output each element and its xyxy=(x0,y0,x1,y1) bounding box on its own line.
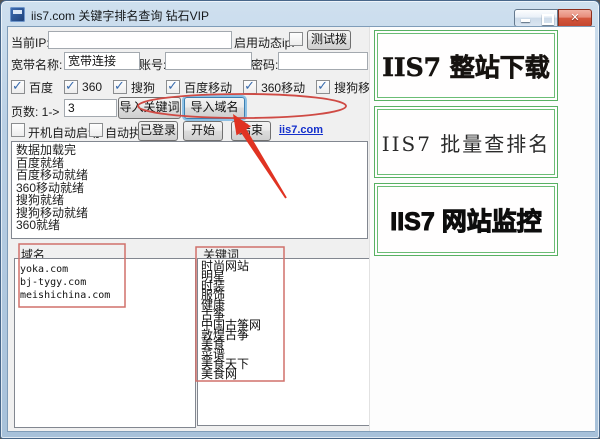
status-line: 数据加载完 xyxy=(16,143,77,157)
engine-label: 百度移动 xyxy=(184,80,233,95)
client-area: 当前IP: 启用动态ip: 测试拨 宽带名称: 宽带连接 账号: 密码: 百度 … xyxy=(8,27,595,431)
keyword-list[interactable]: 时尚网站 明星 时装 服饰 健康 古筝 中国古筝网 敦煌古筝 美食 菜谱 美食天下 美食网 xyxy=(197,258,377,426)
current-ip-field[interactable] xyxy=(48,31,232,49)
engine-checkbox[interactable] xyxy=(64,78,79,94)
autostart-checkbox[interactable] xyxy=(11,123,25,137)
keyword-item[interactable]: 美食网 xyxy=(201,368,373,380)
engine-label: 360移动 xyxy=(261,80,306,95)
start-button[interactable]: 开始 xyxy=(183,121,223,141)
logged-in-button[interactable]: 已登录 xyxy=(138,121,178,141)
close-icon: ✕ xyxy=(570,12,580,24)
domain-item[interactable]: yoka.com xyxy=(20,263,190,276)
keyword-item[interactable]: 时装 xyxy=(201,280,373,292)
engine-option[interactable]: 百度移动 xyxy=(166,78,233,96)
maximize-button[interactable] xyxy=(537,9,558,27)
status-line: 百度移动就绪 xyxy=(16,168,89,182)
banner-link[interactable]: IIS7 整站下载 xyxy=(374,30,558,101)
dynamic-ip-label: 启用动态ip: xyxy=(234,36,295,50)
engine-label: 搜狗 xyxy=(131,80,156,95)
password-field[interactable] xyxy=(278,52,368,70)
pages-field[interactable]: 3 xyxy=(64,99,117,117)
window-title: iis7.com 关键字排名查询 钻石VIP xyxy=(31,9,210,23)
test-dial-button[interactable]: 测试拨 xyxy=(307,30,351,50)
dynamic-ip-checkbox[interactable] xyxy=(289,32,303,46)
minimize-icon xyxy=(521,19,530,22)
close-button[interactable]: ✕ xyxy=(558,9,592,27)
status-line: 360移动就绪 xyxy=(16,180,85,195)
engine-checkbox[interactable] xyxy=(113,78,128,94)
keyword-item[interactable]: 敦煌古筝 xyxy=(201,329,373,341)
broadband-field[interactable]: 宽带连接 xyxy=(64,52,140,70)
maximize-icon xyxy=(542,14,554,25)
status-log[interactable]: 数据加载完 百度就绪 百度移动就绪 360移动就绪 搜狗就绪 搜狗移动就绪 360就绪 xyxy=(11,141,368,239)
keyword-item[interactable]: 健康 xyxy=(201,299,373,311)
engine-option[interactable]: 360移动 xyxy=(243,78,306,96)
engine-option[interactable]: 360 xyxy=(64,78,103,94)
broadband-label: 宽带名称: xyxy=(11,58,63,72)
keyword-item[interactable]: 明星 xyxy=(201,270,373,282)
account-label: 账号: xyxy=(139,58,167,72)
keyword-item[interactable]: 时尚网站 xyxy=(201,260,373,272)
app-window: iis7.com 关键字排名查询 钻石VIP ✕ 当前IP: 启用动态ip: 测… xyxy=(0,0,600,439)
engine-checkbox[interactable] xyxy=(166,78,181,94)
import-keywords-button[interactable]: 导入关键词 xyxy=(118,97,181,119)
status-line: 搜狗移动就绪 xyxy=(16,205,89,220)
domain-list[interactable]: yoka.com bj-tygy.com meishichina.com xyxy=(14,258,196,428)
engine-label: 360 xyxy=(82,80,103,94)
keyword-item[interactable]: 服饰 xyxy=(201,290,373,302)
banner-link[interactable]: IIS7 批量查排名 xyxy=(374,106,558,178)
keyword-item[interactable]: 美食 xyxy=(201,338,373,350)
account-field[interactable] xyxy=(165,52,252,70)
pages-label: 页数: 1-> xyxy=(11,105,60,119)
engine-checkbox[interactable] xyxy=(11,78,25,94)
current-ip-label: 当前IP: xyxy=(11,36,50,50)
title-bar: iis7.com 关键字排名查询 钻石VIP ✕ xyxy=(1,1,599,27)
engine-checkbox[interactable] xyxy=(316,78,331,94)
password-label: 密码: xyxy=(251,58,279,72)
engine-checkbox[interactable] xyxy=(243,78,258,94)
import-domains-button[interactable]: 导入域名 xyxy=(184,97,245,119)
domain-item[interactable]: bj-tygy.com xyxy=(20,276,190,289)
engine-checkbox-row: 百度 360 搜狗 百度移动 3 xyxy=(11,78,382,96)
status-line: 360就绪 xyxy=(16,218,61,232)
autorun-checkbox[interactable] xyxy=(89,123,103,137)
minimize-button[interactable] xyxy=(514,9,538,27)
engine-option[interactable]: 百度 xyxy=(11,78,54,96)
banner-link[interactable]: IIS7 网站监控 xyxy=(374,183,558,256)
app-icon xyxy=(10,7,25,22)
domain-item[interactable]: meishichina.com xyxy=(20,289,190,302)
status-line: 搜狗就绪 xyxy=(16,193,65,207)
engine-label: 百度 xyxy=(29,80,54,95)
engine-option[interactable]: 搜狗 xyxy=(113,78,156,96)
ad-panel: IIS7 整站下载 IIS7 批量查排名 IIS7 网站监控 xyxy=(369,27,595,431)
site-link[interactable]: iis7.com xyxy=(279,124,323,136)
stop-button[interactable]: 结束 xyxy=(231,121,271,141)
